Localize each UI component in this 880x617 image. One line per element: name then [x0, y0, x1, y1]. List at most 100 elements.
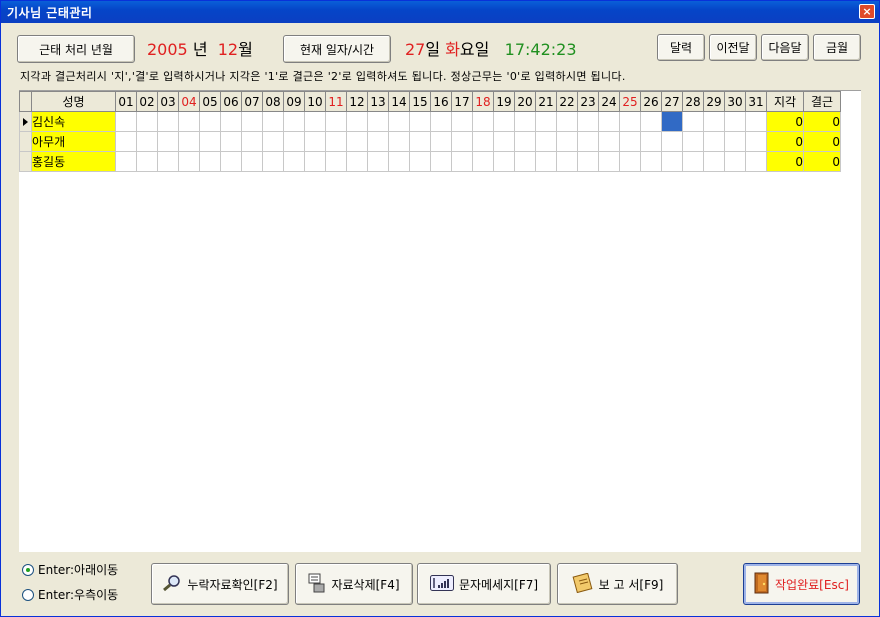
- table-row[interactable]: 김신속 0 0: [19, 111, 841, 132]
- day-cell[interactable]: [682, 111, 704, 132]
- day-cell[interactable]: [451, 111, 473, 132]
- day-cell[interactable]: [262, 131, 284, 152]
- day-cell[interactable]: [178, 131, 200, 152]
- day-cell[interactable]: [220, 151, 242, 172]
- table-row[interactable]: 홍길동 0 0: [19, 151, 841, 172]
- day-cell[interactable]: [598, 111, 620, 132]
- day-cell[interactable]: [514, 151, 536, 172]
- employee-name[interactable]: 아무개: [31, 131, 116, 152]
- employee-name[interactable]: 홍길동: [31, 151, 116, 172]
- day-cell[interactable]: [409, 151, 431, 172]
- day-cell[interactable]: [661, 131, 683, 152]
- day-cell[interactable]: [661, 151, 683, 172]
- day-cell[interactable]: [241, 131, 263, 152]
- sms-button[interactable]: 문자메세지[F7]: [417, 563, 551, 605]
- day-cell[interactable]: [304, 151, 326, 172]
- day-cell[interactable]: [346, 131, 368, 152]
- day-cell[interactable]: [472, 151, 494, 172]
- day-cell[interactable]: [409, 111, 431, 132]
- day-cell[interactable]: [283, 151, 305, 172]
- day-cell[interactable]: [682, 131, 704, 152]
- day-cell[interactable]: [304, 111, 326, 132]
- day-cell[interactable]: [115, 151, 137, 172]
- day-cell[interactable]: [640, 111, 662, 132]
- day-cell[interactable]: [724, 151, 746, 172]
- day-cell[interactable]: [262, 151, 284, 172]
- day-cell[interactable]: [115, 131, 137, 152]
- day-cell[interactable]: [115, 111, 137, 132]
- day-cell[interactable]: [703, 131, 725, 152]
- day-cell[interactable]: [556, 131, 578, 152]
- day-cell[interactable]: [178, 151, 200, 172]
- missing-data-button[interactable]: 누락자료확인[F2]: [151, 563, 289, 605]
- delete-data-button[interactable]: 자료삭제[F4]: [295, 563, 413, 605]
- day-cell[interactable]: [493, 131, 515, 152]
- day-cell[interactable]: [325, 111, 347, 132]
- day-cell[interactable]: [199, 151, 221, 172]
- day-cell[interactable]: [388, 131, 410, 152]
- day-cell[interactable]: [283, 111, 305, 132]
- radio-button-selected[interactable]: [22, 563, 34, 576]
- radio-enter-down[interactable]: Enter:아래이동: [22, 561, 118, 578]
- day-cell[interactable]: [556, 111, 578, 132]
- day-cell[interactable]: [388, 151, 410, 172]
- close-button[interactable]: ×: [859, 4, 875, 19]
- day-cell[interactable]: [493, 111, 515, 132]
- day-cell[interactable]: [682, 151, 704, 172]
- day-cell[interactable]: [724, 131, 746, 152]
- day-cell[interactable]: [346, 111, 368, 132]
- day-cell[interactable]: [304, 131, 326, 152]
- day-cell[interactable]: [745, 131, 767, 152]
- day-cell[interactable]: [535, 131, 557, 152]
- day-cell[interactable]: [157, 131, 179, 152]
- day-cell[interactable]: [388, 111, 410, 132]
- day-cell[interactable]: [619, 111, 641, 132]
- report-button[interactable]: 보 고 서[F9]: [557, 563, 678, 605]
- radio-enter-right[interactable]: Enter:우측이동: [22, 586, 118, 603]
- day-cell[interactable]: [577, 151, 599, 172]
- day-cell[interactable]: [346, 151, 368, 172]
- table-row[interactable]: 아무개 0 0: [19, 131, 841, 152]
- title-bar[interactable]: 기사님 근태관리 ×: [1, 1, 879, 23]
- day-cell[interactable]: [577, 131, 599, 152]
- day-cell[interactable]: [472, 131, 494, 152]
- this-month-button[interactable]: 금월: [813, 34, 861, 61]
- day-cell[interactable]: [745, 111, 767, 132]
- day-cell[interactable]: [598, 151, 620, 172]
- day-cell[interactable]: [535, 151, 557, 172]
- day-cell[interactable]: [472, 111, 494, 132]
- day-cell[interactable]: [178, 111, 200, 132]
- day-cell[interactable]: [451, 131, 473, 152]
- day-cell[interactable]: [661, 111, 683, 132]
- day-cell[interactable]: [157, 151, 179, 172]
- day-cell[interactable]: [493, 151, 515, 172]
- day-cell[interactable]: [283, 131, 305, 152]
- day-cell[interactable]: [745, 151, 767, 172]
- radio-button[interactable]: [22, 588, 34, 601]
- day-cell[interactable]: [136, 131, 158, 152]
- day-cell[interactable]: [640, 131, 662, 152]
- day-cell[interactable]: [157, 111, 179, 132]
- period-button[interactable]: 근태 처리 년월: [17, 35, 135, 63]
- day-cell[interactable]: [199, 111, 221, 132]
- day-cell[interactable]: [136, 111, 158, 132]
- done-button[interactable]: 작업완료[Esc]: [743, 563, 860, 605]
- day-cell[interactable]: [367, 131, 389, 152]
- day-cell[interactable]: [136, 151, 158, 172]
- day-cell[interactable]: [703, 111, 725, 132]
- day-cell[interactable]: [430, 111, 452, 132]
- day-cell[interactable]: [262, 111, 284, 132]
- day-cell[interactable]: [619, 151, 641, 172]
- day-cell[interactable]: [199, 131, 221, 152]
- day-cell[interactable]: [241, 151, 263, 172]
- calendar-button[interactable]: 달력: [657, 34, 705, 61]
- day-cell[interactable]: [430, 151, 452, 172]
- day-cell[interactable]: [619, 131, 641, 152]
- day-cell[interactable]: [367, 151, 389, 172]
- day-cell[interactable]: [724, 111, 746, 132]
- day-cell[interactable]: [451, 151, 473, 172]
- day-cell[interactable]: [367, 111, 389, 132]
- day-cell[interactable]: [325, 131, 347, 152]
- day-cell[interactable]: [514, 131, 536, 152]
- day-cell[interactable]: [220, 131, 242, 152]
